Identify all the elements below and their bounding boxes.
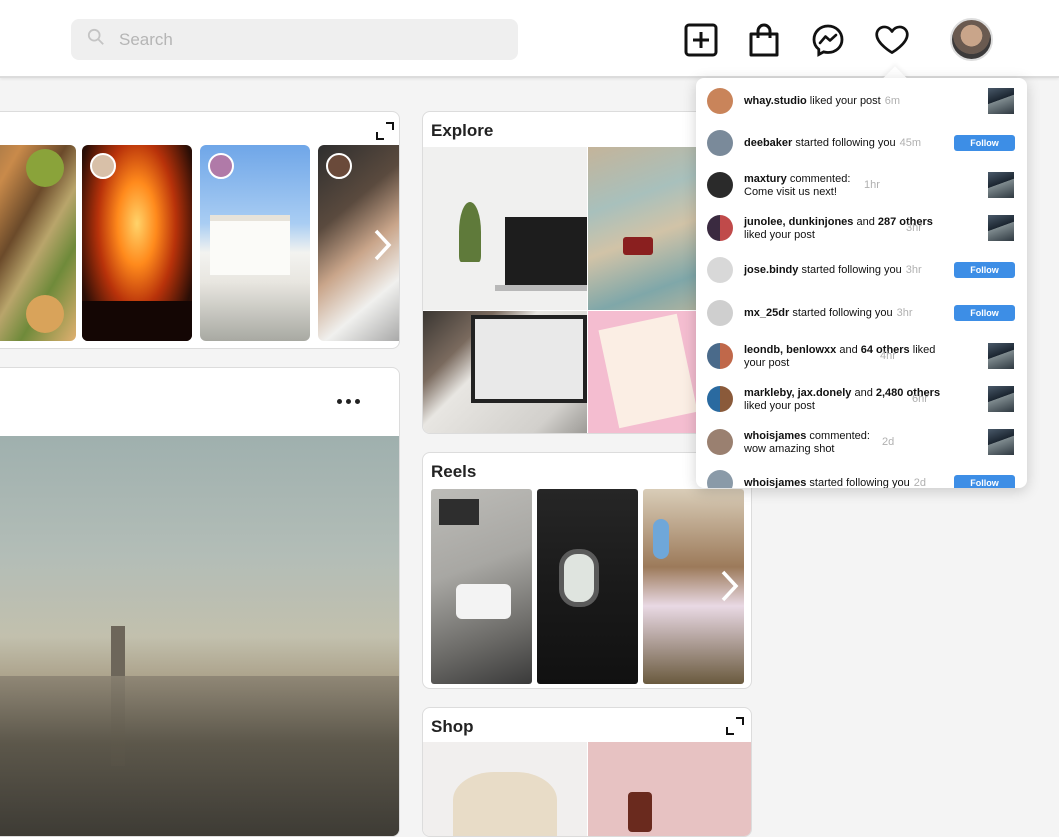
notification-action: liked your post	[744, 400, 815, 412]
follow-button[interactable]: Follow	[954, 135, 1015, 151]
notification-item[interactable]: deebaker started following you 45m Follow	[696, 122, 1027, 162]
story-avatar	[90, 153, 116, 179]
explore-photo-monitor[interactable]	[423, 311, 587, 433]
avatar	[707, 88, 733, 114]
notification-item[interactable]: whoisjames commented: wow amazing shot 2d	[696, 421, 1027, 461]
notification-item[interactable]: markleby, jax.donely and 2,480 others li…	[696, 378, 1027, 418]
new-post-icon[interactable]	[683, 22, 719, 58]
notification-user: junolee, dunkinjones	[744, 216, 854, 228]
story-avatar	[208, 153, 234, 179]
avatar	[707, 386, 733, 412]
reel-drone[interactable]	[431, 489, 532, 684]
avatar	[707, 470, 733, 488]
notification-user: deebaker	[744, 137, 793, 149]
post-thumbnail[interactable]	[988, 386, 1014, 412]
reels-title: Reels	[431, 462, 477, 481]
chevron-right-icon[interactable]	[369, 228, 395, 262]
avatar	[707, 343, 733, 369]
expand-icon[interactable]	[725, 716, 745, 736]
notification-user: maxtury	[744, 173, 787, 185]
notification-others-count: 2,480 others	[875, 387, 941, 399]
notification-action: commented:	[806, 430, 870, 442]
notification-time: 3hr	[906, 222, 922, 234]
post-thumbnail[interactable]	[988, 172, 1014, 198]
notification-comment: Come visit us next!	[744, 186, 837, 198]
notification-action-joiner: and	[836, 344, 861, 356]
post-card	[0, 367, 400, 837]
notification-comment: wow amazing shot	[744, 443, 835, 455]
notification-user: jose.bindy	[744, 264, 799, 276]
avatar	[707, 300, 733, 326]
search-icon	[87, 28, 105, 51]
avatar	[707, 429, 733, 455]
notification-item[interactable]: whay.studio liked your post 6m	[696, 80, 1027, 120]
notification-user: whay.studio	[744, 95, 807, 107]
notification-user: markleby, jax.donely	[744, 387, 852, 399]
top-bar	[0, 0, 1059, 78]
notification-item[interactable]: mx_25dr started following you 3hr Follow	[696, 293, 1027, 333]
story-food[interactable]	[0, 145, 76, 341]
post-image	[0, 436, 399, 836]
shop-title: Shop	[431, 717, 474, 736]
notification-action: liked your post	[806, 95, 881, 107]
heart-icon[interactable]	[874, 22, 910, 58]
avatar	[707, 130, 733, 156]
search-bar[interactable]	[71, 19, 518, 60]
notification-action: started following you	[789, 307, 893, 319]
follow-button[interactable]: Follow	[954, 305, 1015, 321]
notification-user: whoisjames	[744, 477, 807, 488]
post-thumbnail[interactable]	[988, 215, 1014, 241]
post-thumbnail[interactable]	[988, 343, 1014, 369]
post-thumbnail[interactable]	[988, 88, 1014, 114]
notification-item[interactable]: maxtury commented: Come visit us next! 1h…	[696, 164, 1027, 204]
notification-item[interactable]: jose.bindy started following you 3hr Foll…	[696, 250, 1027, 290]
messenger-icon[interactable]	[810, 22, 846, 58]
notification-item[interactable]: whoisjames started following you 2d Follo…	[696, 464, 1027, 488]
story-villa[interactable]	[200, 145, 310, 341]
notification-time: 2d	[913, 477, 926, 488]
chevron-right-icon[interactable]	[716, 569, 742, 603]
search-input[interactable]	[119, 29, 499, 50]
notification-time: 6m	[884, 95, 901, 107]
notification-time: 45m	[899, 137, 922, 149]
explore-photo-laptop[interactable]	[423, 147, 587, 310]
reel-plane[interactable]	[537, 489, 638, 684]
post-thumbnail[interactable]	[988, 429, 1014, 455]
shop-photo-cosmetics[interactable]	[588, 742, 751, 836]
more-options-icon[interactable]	[337, 399, 360, 404]
story-fire[interactable]	[82, 145, 192, 341]
notification-action: started following you	[806, 477, 910, 488]
notification-user: mx_25dr	[744, 307, 790, 319]
shopping-bag-icon[interactable]	[746, 22, 782, 58]
explore-title: Explore	[431, 121, 494, 140]
avatar	[707, 257, 733, 283]
notification-action: commented:	[786, 173, 851, 185]
notification-time: 6hr	[912, 393, 928, 405]
shop-card: Shop	[422, 707, 752, 837]
follow-button[interactable]: Follow	[954, 262, 1015, 278]
avatar	[707, 172, 733, 198]
notification-action: started following you	[792, 137, 896, 149]
follow-button[interactable]: Follow	[954, 475, 1015, 488]
profile-avatar[interactable]	[950, 18, 993, 61]
notification-action-joiner: and	[851, 387, 876, 399]
notification-time: 2d	[882, 436, 895, 448]
notification-user: whoisjames	[744, 430, 807, 442]
avatar	[707, 215, 733, 241]
notification-time: 3hr	[905, 264, 922, 276]
notification-action: liked your post	[744, 229, 815, 241]
expand-icon[interactable]	[375, 121, 395, 141]
notifications-panel: whay.studio liked your post 6m deebaker s…	[696, 78, 1027, 488]
notification-action: started following you	[798, 264, 902, 276]
notification-item[interactable]: junolee, dunkinjones and 287 others like…	[696, 207, 1027, 247]
stories-card	[0, 111, 400, 349]
notification-time: 3hr	[896, 307, 913, 319]
notification-time: 4hr	[880, 350, 896, 362]
notification-action-joiner: and	[853, 216, 878, 228]
story-avatar	[326, 153, 352, 179]
notification-user: leondb, benlowxx	[744, 344, 837, 356]
shop-photo-sweater[interactable]	[423, 742, 587, 836]
notification-item[interactable]: leondb, benlowxx and 64 others liked you…	[696, 335, 1027, 375]
notification-time: 1hr	[864, 179, 880, 191]
